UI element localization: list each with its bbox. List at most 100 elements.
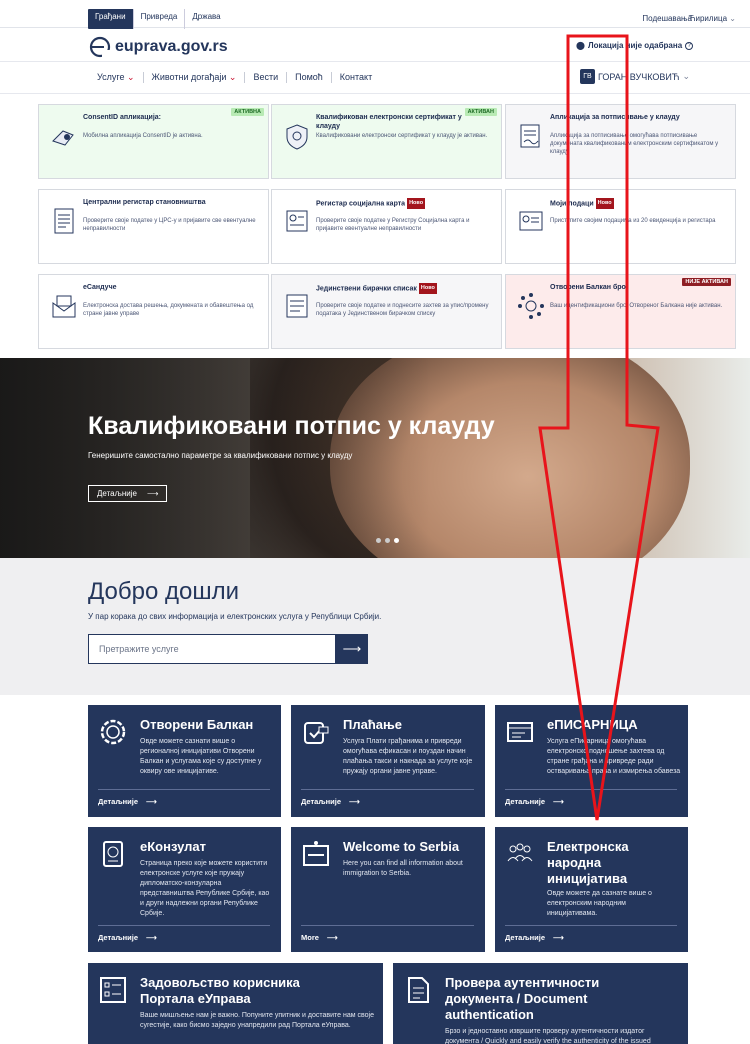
status-badge: НИЈЕ АКТИВАН bbox=[682, 278, 731, 286]
location-selector[interactable]: ⬤ Локација није одабрана ? bbox=[576, 41, 694, 50]
tile-more-link[interactable]: More ⟶ bbox=[301, 933, 338, 942]
chevron-down-icon: ⌄ bbox=[126, 72, 135, 82]
tile-episarnica[interactable]: еПИСАРНИЦА Услуга еПисарница омогућава е… bbox=[495, 705, 688, 817]
user-name: ГОРАН ВУЧКОВИЋ bbox=[598, 71, 680, 82]
tile-user-satisfaction[interactable]: Задовољство корисника Портала еУправа Ва… bbox=[88, 963, 383, 1044]
tile-ekonzulat[interactable]: еКонзулат Страница преко које можете кор… bbox=[88, 827, 281, 952]
divider bbox=[301, 925, 474, 926]
card-title: Отворени Балкан број bbox=[550, 284, 628, 291]
welcome-title: Добро дошли bbox=[88, 578, 239, 605]
settings-link[interactable]: Подешавања bbox=[642, 14, 692, 23]
card-desc: Проверите своје податке у Регистру Социј… bbox=[316, 218, 470, 232]
tile-more-link[interactable]: Детаљније ⟶ bbox=[505, 933, 564, 942]
card-social-card[interactable]: Регистар социјална карта Ново Проверите с… bbox=[271, 189, 502, 264]
tile-document-authentication[interactable]: Провера аутентичности документа / Docume… bbox=[393, 963, 688, 1044]
card-desc: Проверите своје податке у ЦРС-у и пријав… bbox=[83, 218, 256, 232]
card-title: Регистар социјална карта Ново bbox=[316, 198, 466, 209]
tile-title: Плаћање bbox=[343, 717, 403, 732]
user-menu[interactable]: ГВ ГОРАН ВУЧКОВИЋ ⌄ bbox=[580, 69, 690, 84]
tile-more-link[interactable]: Детаљније ⟶ bbox=[98, 797, 157, 806]
hero-details-button[interactable]: Детаљније ⟶ bbox=[88, 485, 168, 502]
logo-text: euprava.gov.rs bbox=[115, 38, 228, 55]
welcome-section: Добро дошли У пар корака до свих информа… bbox=[0, 558, 750, 695]
card-title: Квалификован електронски сертификат у кл… bbox=[316, 114, 462, 130]
card-desc: Мобилна апликација ConsentID је активна. bbox=[83, 133, 203, 139]
nav-item-help[interactable]: Помоћ bbox=[287, 72, 332, 83]
carousel-dot[interactable] bbox=[376, 538, 381, 543]
main-nav: Услуге ⌄ Животни догађаји ⌄ Вести Помоћ … bbox=[0, 62, 750, 94]
card-open-balkan-id[interactable]: Отворени Балкан број Ваш идентификациони… bbox=[505, 274, 736, 349]
registry-icon bbox=[54, 208, 74, 234]
passport-icon bbox=[103, 841, 123, 867]
card-title-text: Регистар социјална карта bbox=[316, 200, 406, 208]
site-logo[interactable]: euprava.gov.rs bbox=[89, 36, 228, 58]
tile-more-link[interactable]: Детаљније ⟶ bbox=[505, 797, 564, 806]
card-my-data[interactable]: Моји подаци Ново Приступите својим подаци… bbox=[505, 189, 736, 264]
language-select[interactable]: Ћирилица ⌄ bbox=[689, 14, 736, 23]
search-button[interactable]: ⟶ bbox=[336, 634, 368, 664]
logo-e-icon bbox=[89, 36, 111, 58]
card-title: Моји подаци Ново bbox=[550, 198, 700, 209]
nav-item-contact[interactable]: Контакт bbox=[332, 72, 380, 83]
tile-title: еПИСАРНИЦА bbox=[547, 717, 638, 732]
card-desc: Електронска достава решења, докумената и… bbox=[83, 303, 254, 317]
status-badge: АКТИВНА bbox=[231, 108, 264, 116]
card-cloud-signing[interactable]: Апликација за потписивање у клауду Аплик… bbox=[505, 104, 736, 179]
welcome-text: У пар корака до свих информација и елект… bbox=[88, 612, 382, 621]
card-esanduce[interactable]: еСандуче Електронска достава решења, док… bbox=[38, 274, 269, 349]
tile-desc: Страница преко које можете користити еле… bbox=[140, 860, 270, 917]
divider bbox=[505, 925, 677, 926]
tile-more-link[interactable]: Детаљније ⟶ bbox=[301, 797, 360, 806]
mailbox-icon bbox=[52, 295, 76, 318]
chevron-down-icon: ⌄ bbox=[729, 14, 736, 23]
search-input[interactable]: Претражите услуге bbox=[88, 634, 336, 664]
hero-title: Квалификовани потпис у клауду bbox=[88, 412, 495, 440]
chevron-down-icon: ⌄ bbox=[682, 71, 691, 81]
tile-desc: Овде можете да сазнате више о електронск… bbox=[547, 890, 652, 917]
arrow-right-icon: ⟶ bbox=[147, 489, 159, 498]
signing-icon bbox=[520, 124, 540, 148]
more-label: Детаљније bbox=[505, 797, 546, 806]
registry-office-icon bbox=[507, 722, 533, 742]
new-badge: Ново bbox=[407, 198, 426, 209]
carousel-dot[interactable] bbox=[385, 538, 390, 543]
tab-business[interactable]: Привреда bbox=[134, 9, 186, 29]
card-desc: Апликација за потписивање омогућава потп… bbox=[550, 133, 719, 155]
card-cloud-certificate[interactable]: Квалификован електронски сертификат у кл… bbox=[271, 104, 502, 179]
certificate-icon bbox=[286, 124, 308, 150]
nav-item-services[interactable]: Услуге ⌄ bbox=[97, 72, 144, 83]
card-desc: Проверите своје податке и поднесите захт… bbox=[316, 303, 489, 317]
tab-government[interactable]: Држава bbox=[185, 9, 227, 29]
chevron-down-icon: ⌄ bbox=[228, 72, 237, 82]
site-header: euprava.gov.rs ⬤ Локација није одабрана … bbox=[0, 28, 750, 62]
checklist-icon bbox=[100, 977, 126, 1003]
tab-citizens[interactable]: Грађани bbox=[88, 9, 134, 29]
tile-people-initiative[interactable]: Електронска народна иницијатива Овде мож… bbox=[495, 827, 688, 952]
nav-item-life-events[interactable]: Животни догађаји ⌄ bbox=[144, 72, 246, 83]
hero-banner: Генеришите самостално параметре за квали… bbox=[0, 358, 750, 558]
tile-welcome-to-serbia[interactable]: Welcome to Serbia Here you can find all … bbox=[291, 827, 485, 952]
voter-list-icon bbox=[286, 294, 308, 318]
card-voter-list[interactable]: Јединствени бирачки списак Ново Проверите… bbox=[271, 274, 502, 349]
nav-item-news[interactable]: Вести bbox=[245, 72, 288, 83]
card-consentid[interactable]: ConsentID апликација: Мобилна апликација… bbox=[38, 104, 269, 179]
tile-payment[interactable]: Плаћање Услуга Плати грађанима и привред… bbox=[291, 705, 485, 817]
more-label: Детаљније bbox=[505, 933, 546, 942]
card-population-registry[interactable]: Централни регистар становништва Проверит… bbox=[38, 189, 269, 264]
tile-open-balkan[interactable]: Отворени Балкан Овде можете сазнати више… bbox=[88, 705, 281, 817]
nav-items: Услуге ⌄ Животни догађаји ⌄ Вести Помоћ … bbox=[97, 72, 380, 83]
carousel-dot[interactable] bbox=[394, 538, 399, 543]
my-data-icon bbox=[519, 211, 543, 231]
tile-title: Задовољство корисника Портала еУправа bbox=[140, 975, 300, 1006]
card-title: Апликација за потписивање у клауду bbox=[550, 114, 680, 121]
nav-label: Животни догађаји bbox=[151, 72, 227, 82]
divider bbox=[98, 789, 270, 790]
tile-title: Електронска народна иницијатива bbox=[547, 839, 629, 886]
hero-subtitle: Генеришите самостално параметре за квали… bbox=[88, 451, 353, 460]
open-balkan-icon bbox=[100, 719, 126, 745]
tile-more-link[interactable]: Детаљније ⟶ bbox=[98, 933, 157, 942]
hero-button-label: Детаљније bbox=[97, 489, 137, 498]
card-desc: Ваш идентификациони број Отвореног Балка… bbox=[550, 303, 723, 309]
card-desc: Приступите својим подацима из 20 евиденц… bbox=[550, 218, 716, 224]
arrow-right-icon: ⟶ bbox=[342, 641, 362, 656]
